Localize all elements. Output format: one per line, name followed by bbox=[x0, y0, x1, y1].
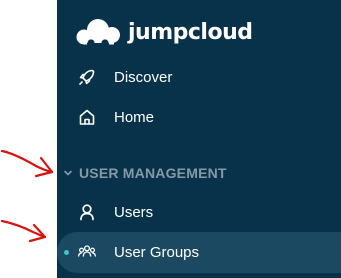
page: jumpcloud Discover Home USER MANAGEMENT bbox=[0, 0, 341, 278]
sidebar-item-users[interactable]: Users bbox=[57, 193, 341, 231]
cloud-logo-icon bbox=[76, 19, 120, 46]
sidebar: jumpcloud Discover Home USER MANAGEMENT bbox=[57, 0, 341, 278]
home-icon bbox=[79, 109, 95, 125]
sidebar-item-user-groups[interactable]: User Groups bbox=[57, 232, 341, 273]
sidebar-item-label: Discover bbox=[114, 68, 173, 86]
sidebar-item-label: Home bbox=[114, 108, 155, 126]
rocket-icon bbox=[79, 69, 95, 85]
sidebar-item-label: Users bbox=[114, 203, 154, 221]
active-indicator bbox=[64, 249, 69, 255]
sidebar-item-home[interactable]: Home bbox=[57, 98, 341, 136]
user-group-icon bbox=[78, 245, 96, 257]
sidebar-item-discover[interactable]: Discover bbox=[57, 58, 341, 96]
user-icon bbox=[80, 204, 94, 221]
section-label: USER MANAGEMENT bbox=[79, 165, 227, 181]
section-user-management[interactable]: USER MANAGEMENT bbox=[57, 158, 341, 188]
left-gutter bbox=[0, 0, 57, 278]
brand-name: jumpcloud bbox=[128, 19, 253, 45]
chevron-down-icon bbox=[64, 170, 72, 176]
sidebar-item-label: User Groups bbox=[114, 243, 200, 261]
brand-logo[interactable]: jumpcloud bbox=[74, 15, 253, 49]
sidebar-item-user-groups-row[interactable]: User Groups bbox=[57, 233, 341, 271]
